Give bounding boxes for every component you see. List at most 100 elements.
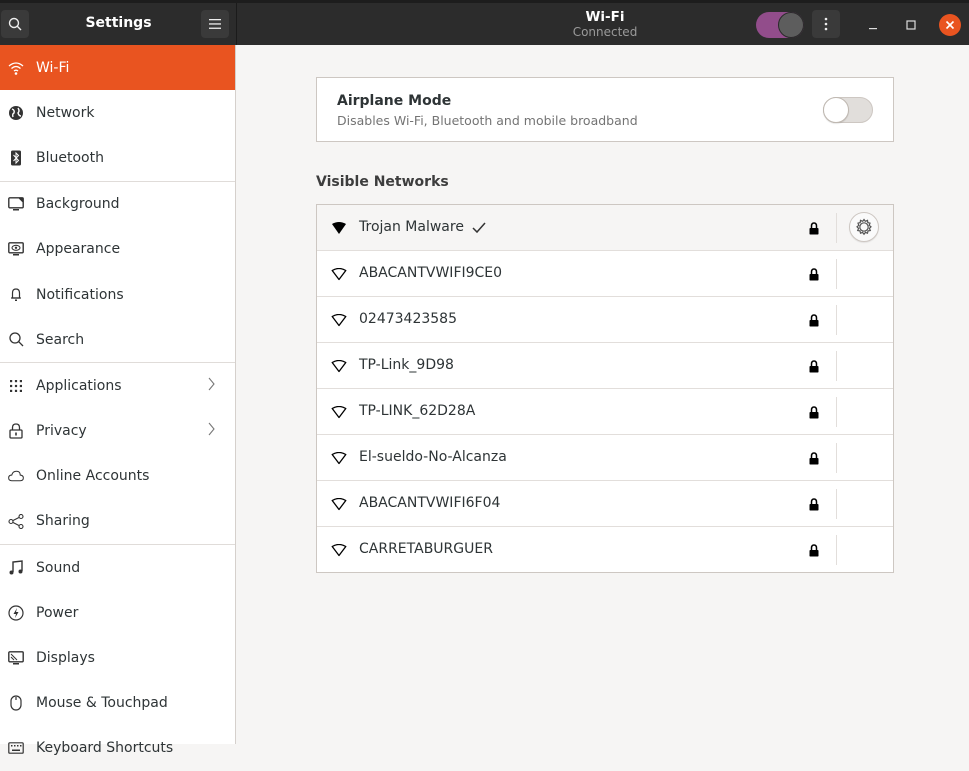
row-divider xyxy=(836,535,837,565)
wifi-signal-weak-icon xyxy=(331,358,347,377)
maximize-icon xyxy=(906,20,916,30)
sidebar-item-search[interactable]: Search xyxy=(0,317,235,362)
wifi-toggle-switch[interactable] xyxy=(756,12,804,38)
wifi-signal-strong-icon xyxy=(331,220,347,239)
airplane-mode-switch[interactable] xyxy=(823,97,873,123)
appearance-icon xyxy=(8,241,24,257)
sidebar-item-label: Keyboard Shortcuts xyxy=(36,740,174,757)
wifi-signal-weak-icon xyxy=(331,404,347,423)
lock-icon xyxy=(8,423,24,439)
maximize-button[interactable] xyxy=(900,14,922,36)
wifi-signal-weak-icon xyxy=(331,312,347,331)
network-ssid: CARRETABURGUER xyxy=(359,541,493,557)
wifi-signal-weak-icon xyxy=(331,266,347,285)
network-ssid: ABACANTVWIFI6F04 xyxy=(359,495,501,511)
row-divider xyxy=(836,305,837,335)
sidebar-item-label: Privacy xyxy=(36,423,87,440)
sidebar-item-label: Applications xyxy=(36,377,122,394)
secured-lock-icon xyxy=(809,312,819,331)
apps-grid-icon xyxy=(8,378,24,394)
sidebar-item-background[interactable]: Background xyxy=(0,182,235,227)
network-row[interactable]: CARRETABURGUER xyxy=(317,526,893,572)
sidebar: Wi-Fi Network Bluetooth Background Appea… xyxy=(0,45,236,756)
secured-lock-icon xyxy=(809,404,819,423)
sidebar-item-label: Appearance xyxy=(36,241,121,258)
music-note-icon xyxy=(8,560,24,576)
globe-icon xyxy=(8,105,24,121)
row-divider xyxy=(836,489,837,519)
row-divider xyxy=(836,259,837,289)
sidebar-item-privacy[interactable]: Privacy xyxy=(0,409,235,454)
network-list: Trojan Malware ABACANTVWIFI9CE0 0247342358… xyxy=(316,204,894,573)
sidebar-item-sound[interactable]: Sound xyxy=(0,545,235,590)
secured-lock-icon xyxy=(809,220,819,239)
power-icon xyxy=(8,605,24,621)
sidebar-item-sharing[interactable]: Sharing xyxy=(0,499,235,544)
sidebar-item-mouse-touchpad[interactable]: Mouse & Touchpad xyxy=(0,681,235,726)
network-ssid: TP-LINK_62D28A xyxy=(359,403,476,419)
secured-lock-icon xyxy=(809,542,819,561)
network-row[interactable]: ABACANTVWIFI6F04 xyxy=(317,480,893,526)
keyboard-icon xyxy=(8,740,24,756)
network-ssid: El-sueldo-No-Alcanza xyxy=(359,449,507,465)
row-divider xyxy=(836,213,837,243)
sidebar-item-bluetooth[interactable]: Bluetooth xyxy=(0,135,235,180)
network-row[interactable]: El-sueldo-No-Alcanza xyxy=(317,434,893,480)
share-icon xyxy=(8,513,24,529)
sidebar-item-wifi[interactable]: Wi-Fi xyxy=(0,45,235,91)
sidebar-item-label: Bluetooth xyxy=(36,149,104,166)
secured-lock-icon xyxy=(809,450,819,469)
sidebar-item-power[interactable]: Power xyxy=(0,590,235,635)
minimize-icon xyxy=(869,28,877,30)
sidebar-item-displays[interactable]: Displays xyxy=(0,635,235,680)
main-menu-button[interactable] xyxy=(201,10,229,38)
more-options-button[interactable] xyxy=(812,10,840,38)
sidebar-item-applications[interactable]: Applications xyxy=(0,363,235,408)
sidebar-item-network[interactable]: Network xyxy=(0,90,235,135)
airplane-mode-card: Airplane Mode Disables Wi-Fi, Bluetooth … xyxy=(316,77,894,142)
sidebar-item-label: Search xyxy=(36,331,85,348)
sidebar-item-label: Sound xyxy=(36,559,81,576)
search-icon xyxy=(8,332,24,348)
wifi-signal-weak-icon xyxy=(331,450,347,469)
sidebar-item-label: Mouse & Touchpad xyxy=(36,695,168,712)
sidebar-item-label: Background xyxy=(36,196,120,213)
network-row[interactable]: TP-Link_9D98 xyxy=(317,342,893,388)
sidebar-item-notifications[interactable]: Notifications xyxy=(0,272,235,317)
network-ssid: 02473423585 xyxy=(359,311,457,327)
switch-knob xyxy=(823,97,849,123)
secured-lock-icon xyxy=(809,358,819,377)
network-ssid: Trojan Malware xyxy=(359,219,464,235)
sidebar-item-label: Power xyxy=(36,604,79,621)
row-divider xyxy=(836,397,837,427)
row-divider xyxy=(836,351,837,381)
sidebar-item-keyboard-shortcuts[interactable]: Keyboard Shortcuts xyxy=(0,726,235,771)
wifi-signal-weak-icon xyxy=(331,542,347,561)
sidebar-item-online-accounts[interactable]: Online Accounts xyxy=(0,454,235,499)
row-divider xyxy=(836,443,837,473)
network-ssid: ABACANTVWIFI9CE0 xyxy=(359,265,503,281)
page-subtitle: Connected xyxy=(572,25,638,39)
wifi-signal-weak-icon xyxy=(331,496,347,515)
sidebar-item-label: Online Accounts xyxy=(36,468,150,485)
display-icon xyxy=(8,650,24,666)
bell-icon xyxy=(8,287,24,303)
minimize-button[interactable] xyxy=(862,14,884,36)
secured-lock-icon xyxy=(809,496,819,515)
wifi-icon xyxy=(8,60,24,76)
mouse-icon xyxy=(8,695,24,711)
network-row[interactable]: Trojan Malware xyxy=(317,205,893,250)
close-button[interactable] xyxy=(939,14,961,36)
sidebar-item-appearance[interactable]: Appearance xyxy=(0,227,235,272)
gear-icon xyxy=(856,218,872,236)
secured-lock-icon xyxy=(809,266,819,285)
page-title: Wi-Fi xyxy=(585,9,625,25)
network-row[interactable]: 02473423585 xyxy=(317,296,893,342)
airplane-mode-title: Airplane Mode xyxy=(337,93,452,109)
network-row[interactable]: TP-LINK_62D28A xyxy=(317,388,893,434)
chevron-right-icon xyxy=(208,377,215,395)
main-content: Airplane Mode Disables Wi-Fi, Bluetooth … xyxy=(237,45,969,744)
network-row[interactable]: ABACANTVWIFI9CE0 xyxy=(317,250,893,296)
sidebar-item-label: Network xyxy=(36,104,95,121)
network-settings-button[interactable] xyxy=(849,212,879,242)
